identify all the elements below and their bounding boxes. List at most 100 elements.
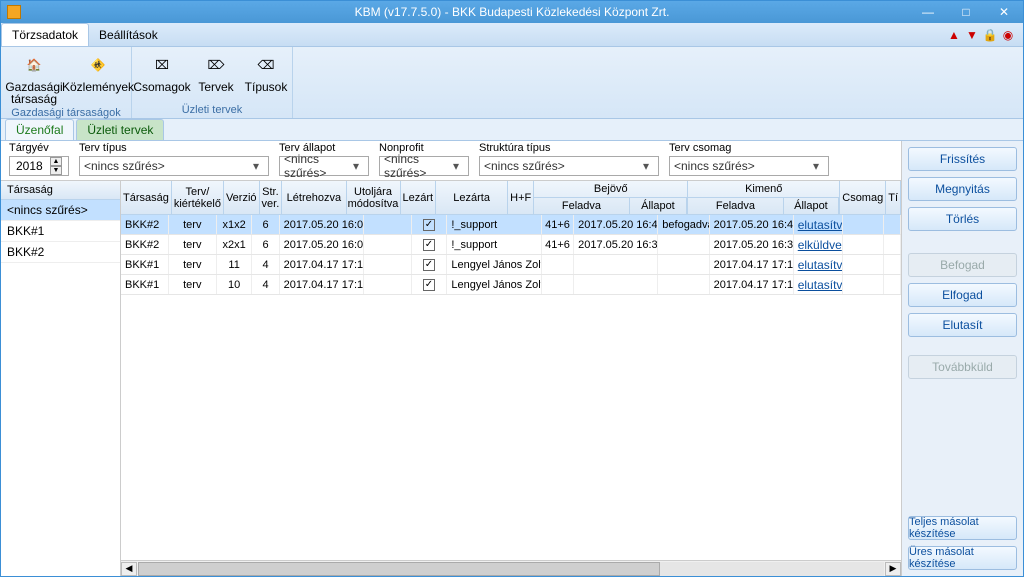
tab-uzleti-tervek[interactable]: Üzleti tervek (76, 119, 164, 140)
table-cell (542, 255, 574, 274)
table-cell: 2017.04.17 17:14 (710, 255, 794, 274)
col-letrehozva[interactable]: Létrehozva (282, 181, 346, 214)
ribbon-csomagok-label: Csomagok (133, 81, 190, 93)
spin-down-icon[interactable]: ▼ (50, 166, 62, 175)
col-ti[interactable]: Tí (886, 181, 901, 214)
table-row[interactable]: BKK#2tervx2x162017.05.20 16:01✓!_support… (121, 235, 901, 255)
window-title: KBM (v17.7.5.0) - BKK Budapesti Közleked… (1, 5, 1023, 19)
grid-hscrollbar[interactable]: ◀ ▶ (121, 560, 901, 576)
minimize-button[interactable]: — (909, 1, 947, 23)
torles-button[interactable]: Törlés (908, 207, 1017, 231)
tervcsomag-combo[interactable]: <nincs szűrés>▾ (669, 156, 829, 176)
elutasit-button[interactable]: Elutasít (908, 313, 1017, 337)
ures-masolat-button[interactable]: Üres másolat készítése (908, 546, 1017, 570)
col-strver[interactable]: Str. ver. (260, 181, 283, 214)
struktura-combo[interactable]: <nincs szűrés>▾ (479, 156, 659, 176)
table-row[interactable]: BKK#1terv1042017.04.17 17:10✓Lengyel Ján… (121, 275, 901, 295)
teljes-masolat-button[interactable]: Teljes másolat készítése (908, 516, 1017, 540)
lock-icon[interactable]: 🔒 (983, 28, 997, 42)
frissites-button[interactable]: Frissítés (908, 147, 1017, 171)
col-tervkiertekelo[interactable]: Terv/ kiértékelő (172, 181, 224, 214)
befogad-button[interactable]: Befogad (908, 253, 1017, 277)
table-cell (884, 235, 901, 254)
tervtipus-value: <nincs szűrés> (84, 159, 248, 173)
scroll-thumb[interactable] (138, 562, 660, 576)
tab-uzenofal[interactable]: Üzenőfal (5, 119, 74, 140)
nonprofit-combo[interactable]: <nincs szűrés>▾ (379, 156, 469, 176)
table-cell: x1x2 (217, 215, 253, 234)
ribbon-kozlemenyek-label: Közlemények (62, 81, 134, 93)
targyev-spinner[interactable]: ▲▼ (9, 156, 69, 176)
checkbox-icon[interactable]: ✓ (423, 279, 435, 291)
elfogad-button[interactable]: Elfogad (908, 283, 1017, 307)
table-row[interactable]: BKK#2tervx1x262017.05.20 16:01✓!_support… (121, 215, 901, 235)
status-link[interactable]: elutasítva (798, 278, 844, 292)
table-cell: 4 (252, 275, 279, 294)
app-logo-icon (7, 5, 21, 19)
ribbon-kozlemenyek[interactable]: 🚸 Közlemények (69, 49, 127, 93)
table-cell: Lengyel János Zoltán (447, 275, 541, 294)
menu-beallitasok[interactable]: Beállítások (89, 24, 168, 46)
scroll-left-icon[interactable]: ◀ (121, 562, 137, 576)
col-bejovo-feladva[interactable]: Feladva (534, 198, 629, 214)
col-verzio[interactable]: Verzió (224, 181, 260, 214)
table-cell (574, 275, 658, 294)
tovabbkuld-button[interactable]: Továbbküld (908, 355, 1017, 379)
sign-icon: 🚸 (82, 51, 114, 79)
spin-up-icon[interactable]: ▲ (50, 157, 62, 166)
table-cell: BKK#2 (121, 215, 169, 234)
col-csomag[interactable]: Csomag (840, 181, 886, 214)
megnyitas-button[interactable]: Megnyitás (908, 177, 1017, 201)
menu-torzsadatok[interactable]: Törzsadatok (1, 23, 89, 46)
types-icon: ⌫ (250, 51, 282, 79)
status-link[interactable]: elutasítva (798, 218, 844, 232)
struktura-value: <nincs szűrés> (484, 159, 638, 173)
app-window: KBM (v17.7.5.0) - BKK Budapesti Közleked… (0, 0, 1024, 577)
col-kimeno-feladva[interactable]: Feladva (688, 198, 783, 214)
col-lezarta[interactable]: Lezárta (436, 181, 508, 214)
targyev-input[interactable] (14, 158, 48, 174)
checkbox-icon[interactable]: ✓ (423, 239, 435, 251)
col-lezart[interactable]: Lezárt (401, 181, 437, 214)
help-icon[interactable]: ◉ (1001, 28, 1015, 42)
nav-down-red-icon[interactable]: ▼ (965, 28, 979, 42)
checkbox-icon[interactable]: ✓ (423, 259, 435, 271)
col-bejovo[interactable]: Bejövő (534, 181, 687, 198)
table-cell: BKK#1 (121, 255, 169, 274)
table-cell: befogadva (658, 215, 709, 234)
col-tarsasag[interactable]: Társaság (121, 181, 172, 214)
scroll-right-icon[interactable]: ▶ (885, 562, 901, 576)
col-utoljara[interactable]: Utoljára módosítva (347, 181, 401, 214)
table-cell: 11 (217, 255, 253, 274)
table-cell: 6 (252, 215, 279, 234)
table-cell (884, 255, 901, 274)
plan-grid: Társaság Terv/ kiértékelő Verzió Str. ve… (121, 181, 901, 576)
table-cell: !_support (447, 235, 541, 254)
nav-up-red-icon[interactable]: ▲ (947, 28, 961, 42)
col-hf[interactable]: H+F (508, 181, 534, 214)
maximize-button[interactable]: □ (947, 1, 985, 23)
table-cell: 2017.05.20 16:41 (710, 215, 794, 234)
status-link[interactable]: elküldve (798, 238, 842, 252)
ribbon-tipusok[interactable]: ⌫ Típusok (244, 49, 288, 93)
company-list-item[interactable]: BKK#1 (1, 221, 120, 242)
table-cell: Lengyel János Zoltán (447, 255, 541, 274)
table-cell (364, 215, 412, 234)
col-kimeno[interactable]: Kimenő (688, 181, 839, 198)
ribbon-csomagok[interactable]: ⌧ Csomagok (136, 49, 188, 93)
ribbon-tervek[interactable]: ⌦ Tervek (194, 49, 238, 93)
status-link[interactable]: elutasítva (798, 258, 844, 272)
tervtipus-combo[interactable]: <nincs szűrés>▾ (79, 156, 269, 176)
col-bejovo-allapot[interactable]: Állapot (630, 198, 688, 214)
chevron-down-icon: ▾ (248, 159, 264, 173)
company-header: Társaság (1, 181, 120, 200)
table-row[interactable]: BKK#1terv1142017.04.17 17:14✓Lengyel Ján… (121, 255, 901, 275)
table-cell: 41+6 (542, 235, 574, 254)
company-list-item[interactable]: BKK#2 (1, 242, 120, 263)
company-list-item[interactable]: <nincs szűrés> (1, 200, 120, 221)
col-kimeno-allapot[interactable]: Állapot (784, 198, 840, 214)
ribbon-gazdasagi-tarsasag[interactable]: 🏠 Gazdasági társaság (5, 49, 63, 105)
checkbox-icon[interactable]: ✓ (423, 219, 435, 231)
tervallapot-combo[interactable]: <nincs szűrés>▾ (279, 156, 369, 176)
close-button[interactable]: ✕ (985, 1, 1023, 23)
